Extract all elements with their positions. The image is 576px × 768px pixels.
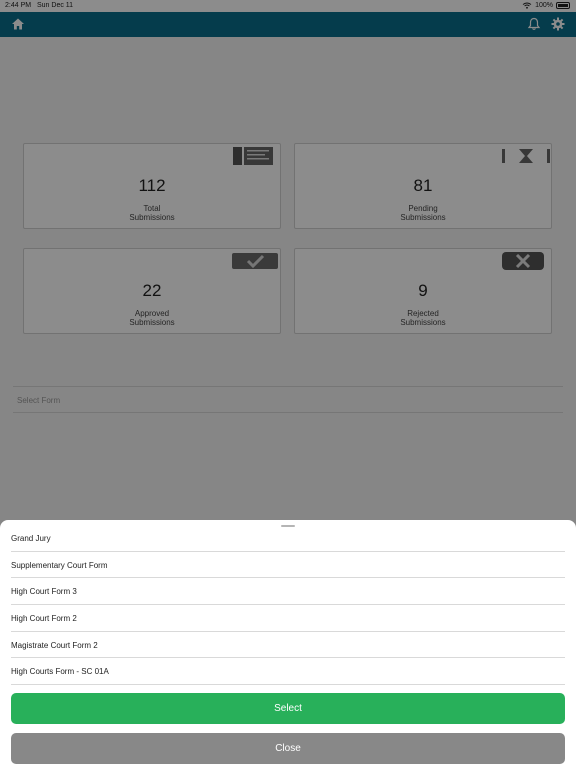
form-options-list: Grand Jury Supplementary Court Form High… — [11, 525, 565, 686]
form-option-supplementary-court-form[interactable]: Supplementary Court Form — [11, 552, 565, 579]
select-button[interactable]: Select — [11, 693, 565, 724]
form-option-grand-jury[interactable]: Grand Jury — [11, 525, 565, 552]
form-option-magistrate-court-form-2[interactable]: Magistrate Court Form 2 — [11, 632, 565, 659]
form-picker-sheet: Grand Jury Supplementary Court Form High… — [0, 520, 576, 768]
close-button[interactable]: Close — [11, 733, 565, 764]
form-option-high-court-form-2[interactable]: High Court Form 2 — [11, 605, 565, 632]
form-option-high-court-form-3[interactable]: High Court Form 3 — [11, 578, 565, 606]
form-option-high-courts-form-sc-01a[interactable]: High Courts Form - SC 01A — [11, 658, 565, 686]
